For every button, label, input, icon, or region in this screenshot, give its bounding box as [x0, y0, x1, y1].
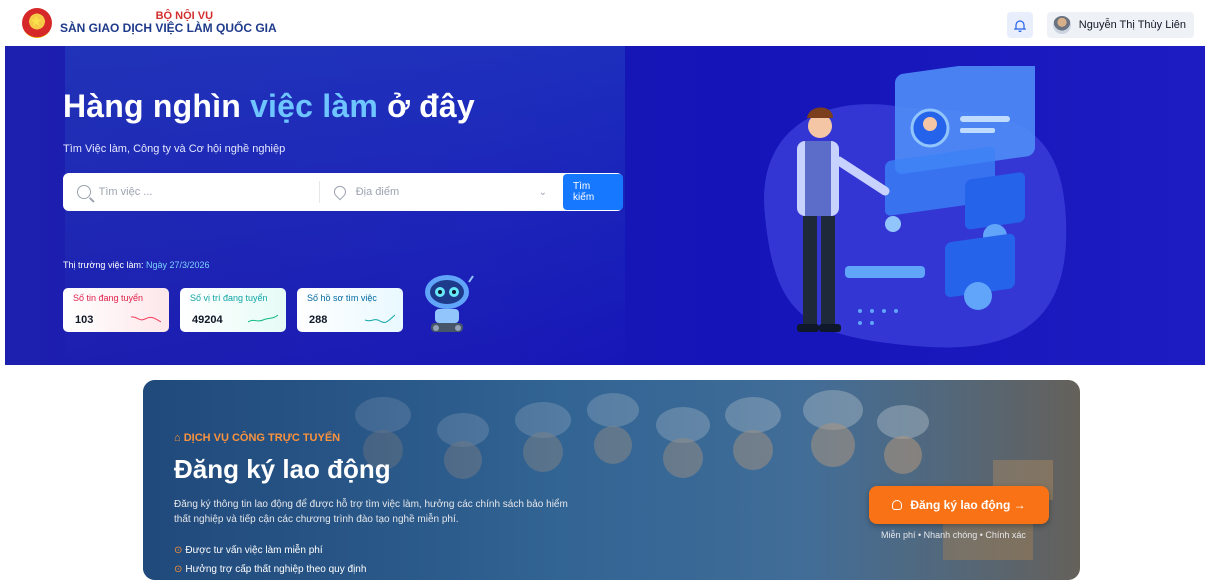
- benefit-item: ⊙ Được tư vấn việc làm miễn phí: [174, 545, 323, 556]
- stat-value: 288: [309, 314, 328, 326]
- national-emblem-logo[interactable]: [22, 8, 52, 38]
- search-button[interactable]: Tìm kiếm: [563, 174, 623, 210]
- banner-title: Đăng ký lao động: [174, 454, 391, 484]
- robot-mascot-icon: [425, 275, 474, 332]
- stat-card-job-postings[interactable]: Số tin đang tuyển 103: [63, 288, 169, 332]
- stat-label: Số vị trí đang tuyển: [190, 293, 268, 303]
- search-divider: [319, 181, 320, 203]
- service-label: ⌂ DỊCH VỤ CÔNG TRỰC TUYẾN: [174, 432, 341, 444]
- hero-illustration: [764, 66, 1067, 348]
- stat-value: 49204: [192, 314, 223, 326]
- trend-down-icon: [131, 316, 161, 323]
- top-navbar: BỘ NỘI VỤ SÀN GIAO DỊCH VIỆC LÀM QUỐC GI…: [0, 0, 1206, 46]
- user-icon: [892, 500, 903, 510]
- trend-up-icon: [248, 314, 278, 323]
- stat-label: Số tin đang tuyển: [73, 293, 144, 303]
- hero-title: Hàng nghìn việc làm ở đây: [63, 88, 475, 124]
- check-circle-icon: ⊙: [174, 564, 183, 575]
- stat-card-job-seekers[interactable]: Số hồ sơ tìm việc 288: [297, 288, 403, 332]
- market-info: Thị trường việc làm: Ngày 27/3/2026: [63, 260, 210, 270]
- hero-title-highlight: việc làm: [250, 88, 378, 124]
- location-pin-icon: [331, 183, 349, 201]
- banner-description: Đăng ký thông tin lao động để được hỗ tr…: [174, 499, 568, 525]
- check-circle-icon: ⊙: [174, 545, 183, 556]
- search-icon: [77, 185, 91, 199]
- hero-section: Hàng nghìn việc làm ở đây Tìm Việc làm, …: [5, 46, 1205, 365]
- bell-icon[interactable]: [1006, 12, 1033, 38]
- stats-cards: Số tin đang tuyển 103 Số vị trí đang tuy…: [63, 288, 403, 332]
- job-search-input[interactable]: [98, 186, 294, 198]
- site-brand[interactable]: BỘ NỘI VỤ SÀN GIAO DỊCH VIỆC LÀM QUỐC GI…: [60, 10, 277, 36]
- labor-registration-banner: ⌂ DỊCH VỤ CÔNG TRỰC TUYẾN Đăng ký lao độ…: [143, 380, 1080, 580]
- chevron-down-icon[interactable]: ⌄: [539, 187, 547, 198]
- stat-label: Số hồ sơ tìm việc: [307, 293, 377, 303]
- bank-icon: ⌂: [174, 432, 184, 444]
- avatar: [1052, 16, 1071, 34]
- register-labor-button[interactable]: Đăng ký lao động →: [869, 486, 1049, 524]
- register-note: Miễn phí • Nhanh chóng • Chính xác: [881, 530, 1026, 540]
- trend-up-icon: [365, 314, 395, 323]
- stat-value: 103: [75, 314, 94, 326]
- search-bar: Địa điểm ⌄ Tìm kiếm: [63, 173, 623, 211]
- site-name: SÀN GIAO DỊCH VIỆC LÀM QUỐC GIA: [60, 21, 277, 36]
- user-name: Nguyễn Thị Thùy Liên: [1078, 19, 1186, 31]
- market-date: Ngày 27/3/2026: [145, 260, 210, 270]
- benefit-item: ⊙ Hưởng trợ cấp thất nghiệp theo quy định: [174, 564, 367, 575]
- hero-subtitle: Tìm Việc làm, Công ty và Cơ hội nghề ngh…: [63, 143, 286, 155]
- location-select[interactable]: Địa điểm: [356, 186, 531, 198]
- stat-card-open-positions[interactable]: Số vị trí đang tuyển 49204: [180, 288, 286, 332]
- user-menu[interactable]: Nguyễn Thị Thùy Liên: [1046, 12, 1194, 38]
